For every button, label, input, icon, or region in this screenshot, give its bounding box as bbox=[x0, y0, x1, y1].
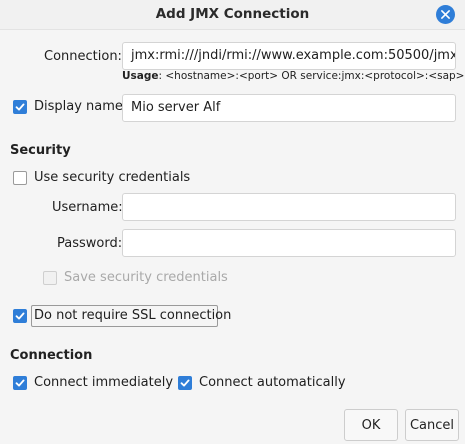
connect-automatically-checkbox[interactable] bbox=[178, 376, 192, 390]
cancel-button[interactable]: Cancel bbox=[405, 409, 459, 441]
use-credentials-checkbox[interactable] bbox=[13, 171, 27, 185]
no-ssl-label[interactable]: Do not require SSL connection bbox=[34, 308, 231, 323]
connection-heading: Connection bbox=[10, 348, 93, 363]
use-credentials-label[interactable]: Use security credentials bbox=[34, 170, 190, 185]
connect-immediately-checkbox[interactable] bbox=[13, 376, 27, 390]
checkmark-icon bbox=[180, 379, 190, 387]
username-input[interactable] bbox=[122, 193, 456, 221]
no-ssl-checkbox[interactable] bbox=[13, 309, 27, 323]
ok-button[interactable]: OK bbox=[344, 409, 398, 441]
connect-immediately-label[interactable]: Connect immediately bbox=[34, 375, 173, 390]
close-button[interactable] bbox=[436, 5, 455, 24]
checkmark-icon bbox=[15, 103, 25, 111]
usage-hint: Usage: <hostname>:<port> OR service:jmx:… bbox=[122, 70, 465, 82]
connection-label: Connection: bbox=[44, 49, 122, 64]
display-name-label[interactable]: Display name: bbox=[34, 99, 127, 114]
connection-input[interactable]: jmx:rmi:///jndi/rmi://www.example.com:50… bbox=[122, 42, 456, 70]
connect-automatically-label[interactable]: Connect automatically bbox=[199, 375, 346, 390]
display-name-input[interactable]: Mio server Alf bbox=[122, 94, 456, 122]
checkmark-icon bbox=[15, 312, 25, 320]
dialog-title: Add JMX Connection bbox=[155, 6, 310, 22]
security-heading: Security bbox=[10, 143, 71, 158]
save-credentials-checkbox[interactable] bbox=[43, 271, 57, 285]
title-bar: Add JMX Connection bbox=[0, 0, 465, 30]
password-label: Password: bbox=[57, 236, 123, 251]
usage-text: : <hostname>:<port> OR service:jmx:<prot… bbox=[158, 70, 465, 82]
usage-prefix: Usage bbox=[122, 70, 159, 82]
save-credentials-label[interactable]: Save security credentials bbox=[64, 270, 228, 285]
close-icon bbox=[441, 10, 450, 19]
username-label: Username: bbox=[52, 200, 123, 215]
display-name-checkbox[interactable] bbox=[13, 100, 27, 114]
checkmark-icon bbox=[15, 379, 25, 387]
password-input[interactable] bbox=[122, 229, 456, 257]
